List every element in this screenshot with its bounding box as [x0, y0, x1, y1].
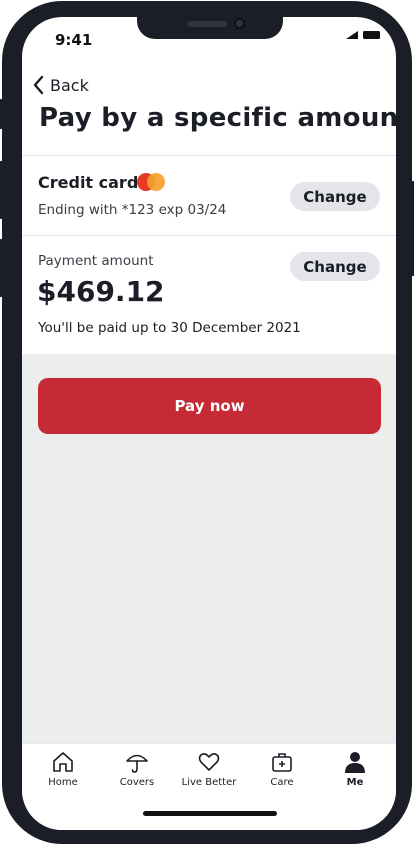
tab-covers[interactable]: Covers: [100, 750, 174, 790]
front-camera: [234, 18, 245, 29]
notch: [137, 17, 283, 39]
mute-switch: [0, 99, 3, 129]
mastercard-logo-icon: [137, 173, 165, 191]
chevron-left-icon: [33, 75, 44, 95]
volume-down-button: [0, 239, 3, 297]
tab-me[interactable]: Me: [318, 750, 392, 790]
payment-method-title: Credit card: [38, 173, 139, 192]
app-screen: 9:41 Back Pay by a specific amount Credi…: [22, 17, 396, 830]
back-button[interactable]: Back: [32, 73, 89, 97]
home-indicator: [143, 811, 277, 816]
card-detail: Ending with *123 exp 03/24: [38, 202, 227, 218]
status-time: 9:41: [55, 31, 93, 49]
paid-up-text: You'll be paid up to 30 December 2021: [38, 320, 301, 336]
speaker-grille: [187, 21, 227, 27]
page-title: Pay by a specific amount: [39, 103, 396, 133]
battery-icon: [363, 31, 380, 39]
payment-amount-label: Payment amount: [38, 253, 154, 269]
status-icons: [346, 31, 380, 39]
tab-home[interactable]: Home: [26, 750, 100, 790]
divider: [22, 155, 396, 156]
divider: [22, 235, 396, 236]
person-icon: [345, 752, 365, 773]
tab-label: Home: [48, 777, 78, 788]
tab-bar: Home Covers Live Better Care Me: [22, 743, 396, 830]
pay-now-button[interactable]: Pay now: [38, 378, 381, 434]
heart-icon: [198, 753, 220, 771]
tab-label: Me: [346, 777, 364, 788]
home-icon: [53, 752, 73, 772]
tab-care[interactable]: Care: [245, 750, 319, 790]
tab-label: Covers: [119, 777, 155, 788]
tab-live-better[interactable]: Live Better: [172, 750, 246, 790]
back-label: Back: [50, 75, 89, 95]
umbrella-icon: [126, 754, 148, 773]
phone-frame: 9:41 Back Pay by a specific amount Credi…: [0, 1, 414, 844]
change-payment-amount-button[interactable]: Change: [290, 252, 380, 281]
change-payment-method-button[interactable]: Change: [290, 182, 380, 211]
payment-amount-value: $469.12: [37, 275, 165, 308]
signal-icon: [346, 31, 358, 39]
medical-kit-icon: [272, 753, 292, 772]
tab-label: Care: [270, 777, 294, 788]
volume-up-button: [0, 161, 3, 219]
tab-label: Live Better: [181, 777, 237, 788]
